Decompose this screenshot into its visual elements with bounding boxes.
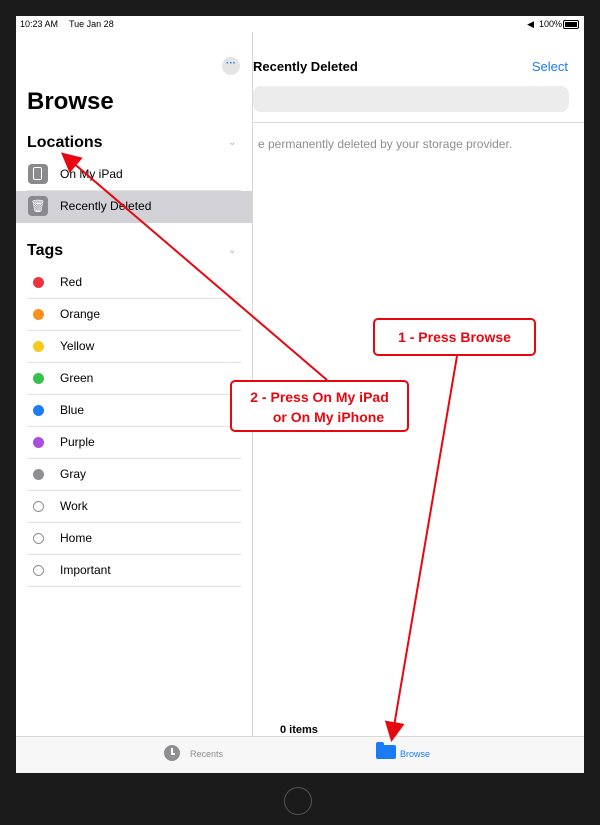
battery-icon xyxy=(563,20,579,29)
tag-label: Orange xyxy=(60,307,101,321)
sidebar-item-on-my-ipad[interactable]: On My iPad xyxy=(16,159,252,191)
tag-label: Purple xyxy=(60,435,95,449)
sidebar-item-label: On My iPad xyxy=(60,167,123,181)
tag-item-orange[interactable]: Orange xyxy=(16,299,252,331)
clock-icon xyxy=(164,745,180,761)
tag-dot-icon xyxy=(33,277,44,288)
item-count: 0 items xyxy=(280,724,318,736)
select-button[interactable]: Select xyxy=(532,59,568,74)
callout-press-browse: 1 - Press Browse xyxy=(373,318,536,356)
more-options-button[interactable]: ··· xyxy=(222,57,240,75)
tag-item-blue[interactable]: Blue xyxy=(16,395,252,427)
tab-label: Recents xyxy=(190,749,224,759)
battery-percent: 100% xyxy=(538,19,562,29)
locations-heading[interactable]: Locations xyxy=(27,134,103,152)
tag-label: Home xyxy=(60,531,93,545)
tag-item-important[interactable]: Important xyxy=(16,555,252,587)
sidebar-item-label: Recently Deleted xyxy=(60,199,152,213)
status-time: 10:23 AM xyxy=(20,19,59,29)
tag-label: Yellow xyxy=(60,339,95,353)
tag-dot-icon xyxy=(33,373,44,384)
tag-item-purple[interactable]: Purple xyxy=(16,427,252,459)
tag-circle-icon xyxy=(33,533,44,544)
tag-dot-icon xyxy=(33,405,44,416)
sidebar-item-recently-deleted[interactable]: 🗑 Recently Deleted xyxy=(16,191,252,223)
tag-item-yellow[interactable]: Yellow xyxy=(16,331,252,363)
ipad-icon xyxy=(28,164,48,184)
callout-press-on-my-ipad: 2 - Press On My iPad or On My iPhone xyxy=(230,380,409,432)
tag-item-home[interactable]: Home xyxy=(16,523,252,555)
tag-circle-icon xyxy=(33,501,44,512)
page-title: Recently Deleted xyxy=(253,59,358,74)
tab-bar: Recents Browse xyxy=(16,736,584,773)
tag-dot-icon xyxy=(33,469,44,480)
tag-label: Green xyxy=(60,371,94,385)
folder-icon xyxy=(376,742,396,759)
callout-line-1: 2 - Press On My iPad xyxy=(250,389,389,405)
tag-dot-icon xyxy=(33,309,44,320)
trash-icon: 🗑 xyxy=(28,196,48,216)
empty-message: e permanently deleted by your storage pr… xyxy=(258,137,513,151)
tag-item-green[interactable]: Green xyxy=(16,363,252,395)
tag-label: Red xyxy=(60,275,83,289)
chevron-down-icon[interactable]: ⌄ xyxy=(228,245,236,256)
sidebar-title: Browse xyxy=(27,88,114,115)
home-button[interactable] xyxy=(284,787,312,815)
chevron-down-icon[interactable]: ⌄ xyxy=(228,137,236,148)
sidebar: ··· Browse Locations ⌄ On My iPad 🗑 Rece… xyxy=(16,32,253,752)
wifi-icon: ◀ xyxy=(527,19,534,29)
status-bar: 10:23 AM Tue Jan 28 ◀ 100% xyxy=(16,16,584,32)
tag-dot-icon xyxy=(33,437,44,448)
status-date: Tue Jan 28 xyxy=(69,19,114,29)
tag-item-gray[interactable]: Gray xyxy=(16,459,252,491)
tag-circle-icon xyxy=(33,565,44,576)
tag-label: Gray xyxy=(60,467,87,481)
divider xyxy=(253,122,584,123)
tag-item-red[interactable]: Red xyxy=(16,267,252,299)
tag-label: Important xyxy=(60,563,111,577)
tag-label: Blue xyxy=(60,403,85,417)
tag-item-work[interactable]: Work xyxy=(16,491,252,523)
callout-line-2: or On My iPhone xyxy=(272,409,385,425)
tag-label: Work xyxy=(60,499,88,513)
tab-label: Browse xyxy=(400,749,431,759)
search-field[interactable] xyxy=(253,86,569,112)
tags-heading[interactable]: Tags xyxy=(27,242,63,260)
tag-dot-icon xyxy=(33,341,44,352)
